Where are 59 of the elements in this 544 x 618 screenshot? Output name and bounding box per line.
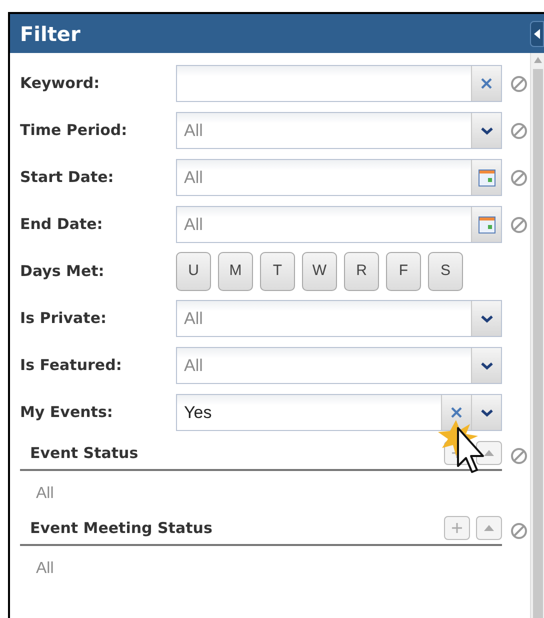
chevron-down-icon (480, 408, 492, 416)
day-toggle[interactable]: W (302, 252, 337, 291)
reset-icon[interactable] (510, 447, 528, 465)
reset-icon[interactable] (510, 122, 528, 140)
chevron-down-icon (480, 126, 492, 134)
section-value: All (36, 560, 54, 577)
field-label: Is Featured: (20, 355, 123, 376)
field-label: Start Date: (20, 167, 115, 188)
scrollbar[interactable] (530, 53, 544, 618)
day-toggle[interactable]: T (260, 252, 295, 291)
calendar-icon (478, 168, 496, 186)
chevron-down-icon (480, 362, 492, 370)
chevron-down-icon (480, 314, 492, 322)
field-value: Yes (184, 402, 212, 424)
dropdown-button[interactable] (471, 348, 501, 383)
field-label: Time Period: (20, 120, 128, 142)
section-title: Event Meeting Status (30, 518, 212, 539)
reset-icon[interactable] (510, 74, 528, 92)
close-icon (481, 78, 492, 89)
clear-button[interactable] (441, 395, 471, 430)
close-icon (451, 407, 462, 418)
dropdown-button[interactable] (471, 395, 501, 430)
reset-icon[interactable] (510, 522, 528, 540)
triangle-up-icon (483, 524, 495, 532)
field-label: Is Private: (20, 308, 108, 330)
day-toggle[interactable]: S (428, 252, 463, 291)
calendar-button[interactable] (471, 207, 501, 242)
day-toggle[interactable]: U (176, 252, 211, 291)
field-label: End Date: (20, 214, 104, 236)
field-label: My Events: (20, 402, 114, 424)
calendar-icon (478, 216, 496, 234)
field-label: Days Met: (20, 261, 106, 282)
calendar-button[interactable] (471, 160, 501, 195)
field-placeholder: All (184, 120, 203, 142)
collapse-button[interactable] (530, 20, 544, 46)
scroll-up-icon[interactable] (534, 57, 542, 63)
field-label: Keyword: (20, 73, 101, 94)
text-field[interactable] (176, 65, 502, 102)
triangle-left-icon (534, 28, 540, 38)
add-button[interactable] (444, 516, 470, 540)
panel-title: Filter (20, 20, 80, 48)
dropdown-field[interactable]: Yes (176, 394, 502, 431)
collapse-section-button[interactable] (476, 441, 502, 465)
field-placeholder: All (184, 308, 203, 330)
triangle-up-icon (483, 449, 495, 457)
field-placeholder: All (184, 214, 203, 236)
day-toggle[interactable]: M (218, 252, 253, 291)
dropdown-button[interactable] (471, 113, 501, 148)
reset-icon[interactable] (510, 216, 528, 234)
section-title: Event Status (30, 442, 138, 464)
day-toggle[interactable]: R (344, 252, 379, 291)
section-value: All (36, 485, 54, 502)
day-toggle[interactable]: F (386, 252, 421, 291)
field-placeholder: All (184, 354, 203, 377)
plus-icon (451, 522, 463, 534)
clear-button[interactable] (471, 66, 501, 101)
dropdown-button[interactable] (471, 301, 501, 336)
field-placeholder: All (184, 166, 203, 189)
reset-icon[interactable] (510, 168, 528, 186)
